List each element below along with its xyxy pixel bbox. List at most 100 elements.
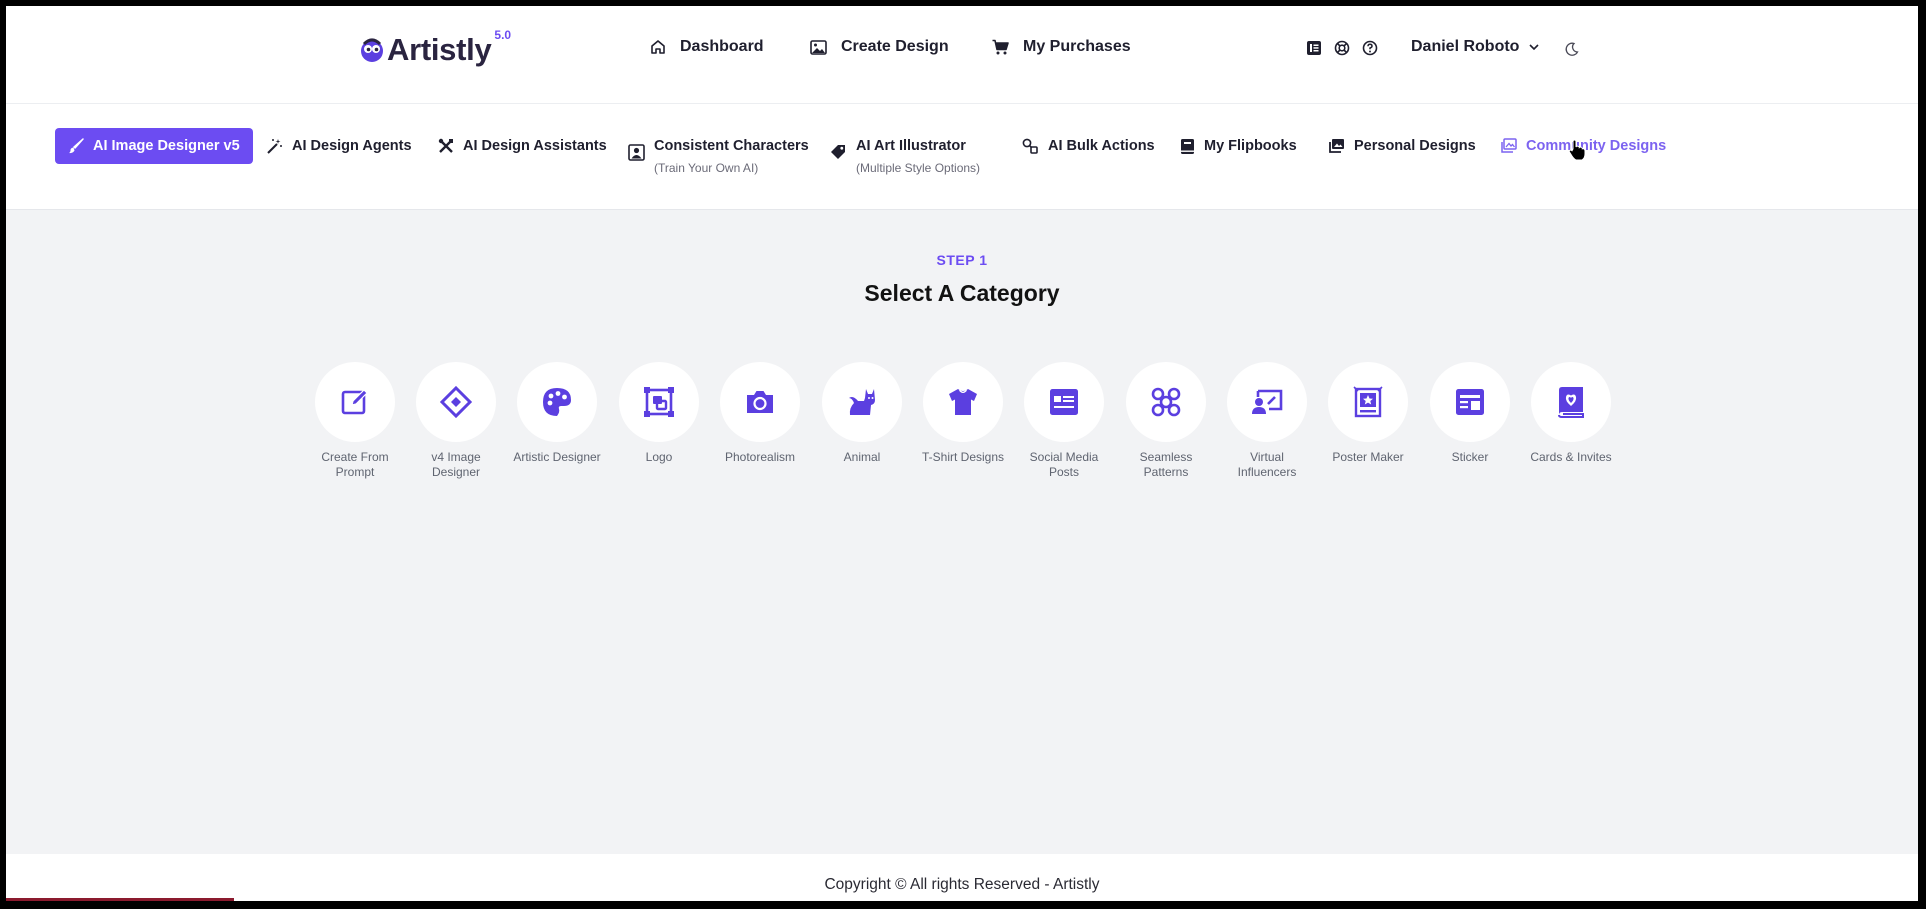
category-circle[interactable] (619, 362, 699, 442)
category-circle[interactable] (1227, 362, 1307, 442)
palette-icon (543, 388, 571, 416)
top-header: Artistly 5.0 Dashboard Create Design My … (6, 6, 1918, 104)
help-icon[interactable] (1362, 40, 1378, 56)
category-v4-image-designer[interactable]: v4 Image Designer (406, 362, 506, 480)
category-photorealism[interactable]: Photorealism (710, 362, 810, 465)
tab-sublabel: (Multiple Style Options) (856, 161, 981, 175)
category-label: Artistic Designer (513, 450, 601, 464)
diamond-icon (440, 386, 472, 418)
tab-label: AI Design Agents (292, 138, 412, 154)
category-circle[interactable] (1328, 362, 1408, 442)
bulk-icon (1022, 138, 1038, 154)
cart-icon (992, 39, 1009, 55)
category-label: Poster Maker (1332, 450, 1404, 464)
category-label: Social Media Posts (1029, 450, 1099, 479)
nav-my-purchases[interactable]: My Purchases (992, 38, 1131, 56)
tab-label: Personal Designs (1354, 138, 1476, 154)
gallery-icon (1329, 139, 1344, 153)
brand-name: Artistly (387, 32, 492, 67)
category-seamless-patterns[interactable]: Seamless Patterns (1116, 362, 1216, 480)
sticker-icon (1456, 389, 1484, 415)
image-icon (810, 39, 827, 55)
category-label: Create From Prompt (321, 450, 389, 479)
nav-my-purchases-label: My Purchases (1023, 38, 1131, 55)
category-label: Cards & Invites (1530, 450, 1612, 464)
user-menu[interactable]: Daniel Roboto (1411, 38, 1540, 56)
footer-progress-bar (6, 898, 234, 902)
tab-my-flipbooks[interactable]: My Flipbooks (1180, 138, 1297, 155)
tools-icon (438, 138, 453, 153)
logo-icon (644, 387, 674, 417)
category-circle[interactable] (1024, 362, 1104, 442)
category-label: Seamless Patterns (1139, 450, 1193, 479)
user-name: Daniel Roboto (1411, 38, 1520, 55)
category-circle[interactable] (822, 362, 902, 442)
tab-ai-image-designer-v5[interactable]: AI Image Designer v5 (55, 128, 253, 164)
tab-ai-design-assistants[interactable]: AI Design Assistants (438, 138, 607, 154)
moon-icon[interactable] (1564, 42, 1579, 57)
category-label: Virtual Influencers (1237, 450, 1297, 479)
tab-sublabel: (Train Your Own AI) (654, 161, 759, 175)
category-artistic-designer[interactable]: Artistic Designer (507, 362, 607, 465)
page-footer: Copyright © All rights Reserved - Artist… (6, 854, 1918, 901)
tab-label: AI Image Designer v5 (93, 138, 240, 154)
tag-icon (831, 145, 845, 159)
category-circle[interactable] (720, 362, 800, 442)
cat-icon (849, 389, 875, 415)
magic-wand-icon (267, 139, 282, 154)
category-animal[interactable]: Animal (812, 362, 912, 465)
category-label: T-Shirt Designs (921, 450, 1005, 464)
header-utility-icons (1306, 40, 1378, 56)
logo-mark-icon (361, 38, 383, 62)
category-circle[interactable] (1430, 362, 1510, 442)
flipbook-icon (1181, 139, 1194, 154)
influencer-icon (1252, 389, 1283, 414)
category-poster-maker[interactable]: Poster Maker (1318, 362, 1418, 465)
chevron-down-icon (1529, 43, 1540, 50)
category-logo[interactable]: Logo (609, 362, 709, 465)
poster-icon (1353, 386, 1383, 418)
brand-version: 5.0 (494, 28, 512, 42)
brand-logo[interactable]: Artistly 5.0 (358, 28, 511, 72)
tab-label: AI Design Assistants (463, 138, 607, 154)
tab-label: AI Bulk Actions (1048, 138, 1155, 154)
category-label: Photorealism (724, 450, 796, 464)
category-sticker[interactable]: Sticker (1420, 362, 1520, 465)
category-circle[interactable] (315, 362, 395, 442)
home-icon (651, 40, 665, 54)
brush-icon (69, 138, 84, 154)
tab-label: Consistent Characters (654, 138, 809, 154)
category-circle[interactable] (1126, 362, 1206, 442)
hand-cursor-icon (1568, 139, 1586, 161)
nav-dashboard[interactable]: Dashboard (650, 38, 764, 56)
step-label: STEP 1 (936, 252, 988, 268)
category-label: Logo (645, 450, 673, 464)
category-cards-and-invites[interactable]: Cards & Invites (1521, 362, 1621, 465)
tab-personal-designs[interactable]: Personal Designs (1328, 138, 1476, 154)
nav-create-design-label: Create Design (841, 38, 949, 55)
tab-ai-art-illustrator[interactable]: AI Art Illustrator (Multiple Style Optio… (830, 138, 980, 175)
tshirt-icon (949, 389, 977, 415)
tab-label: My Flipbooks (1204, 138, 1297, 154)
card-icon (1558, 387, 1584, 418)
lifebuoy-icon[interactable] (1334, 40, 1350, 56)
category-circle[interactable] (416, 362, 496, 442)
category-t-shirt-designs[interactable]: T-Shirt Designs (913, 362, 1013, 465)
category-label: v4 Image Designer (431, 450, 481, 479)
portrait-icon (628, 144, 645, 161)
category-create-from-prompt[interactable]: Create From Prompt (305, 362, 405, 480)
category-circle[interactable] (517, 362, 597, 442)
category-social-media-posts[interactable]: Social Media Posts (1014, 362, 1114, 480)
category-label: Animal (843, 450, 881, 464)
category-virtual-influencers[interactable]: Virtual Influencers (1217, 362, 1317, 480)
category-circle[interactable] (923, 362, 1003, 442)
book-icon[interactable] (1306, 40, 1322, 56)
category-circle[interactable] (1531, 362, 1611, 442)
tool-tabs: AI Image Designer v5 AI Design Agents AI… (6, 104, 1918, 210)
tab-ai-bulk-actions[interactable]: AI Bulk Actions (1022, 138, 1155, 154)
nav-create-design[interactable]: Create Design (810, 38, 949, 56)
tab-ai-design-agents[interactable]: AI Design Agents (266, 138, 412, 154)
tab-consistent-characters[interactable]: Consistent Characters (Train Your Own AI… (628, 138, 809, 175)
copyright-text: Copyright © All rights Reserved - Artist… (824, 876, 1100, 893)
nav-dashboard-label: Dashboard (680, 38, 764, 55)
